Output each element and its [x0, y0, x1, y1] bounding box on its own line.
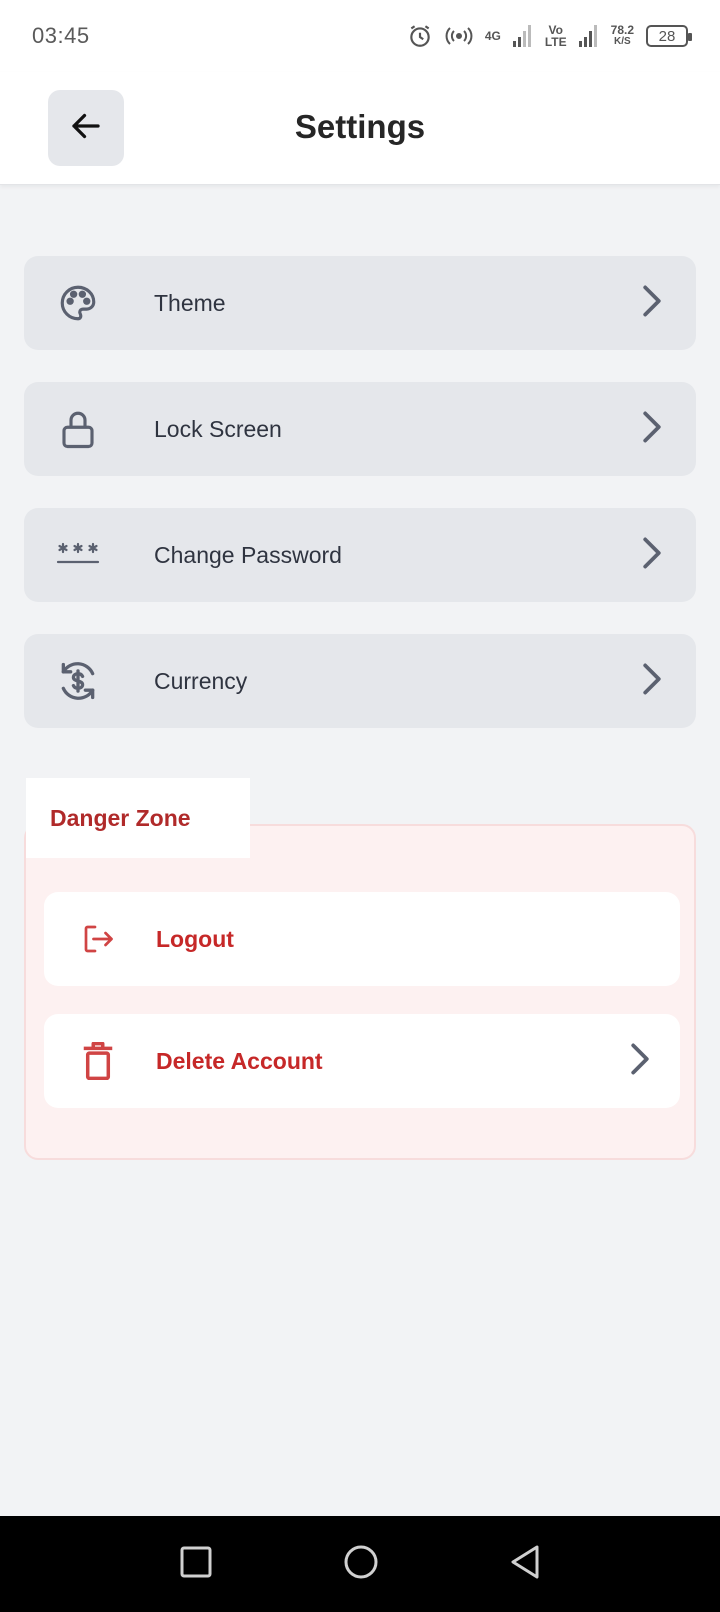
currency-exchange-icon [54, 657, 102, 705]
volte-bottom: LTE [544, 35, 567, 49]
danger-zone-title: Danger Zone [50, 804, 191, 831]
chevron-right-icon [640, 284, 664, 323]
setting-theme-label: Theme [154, 289, 226, 316]
app-header: Settings [0, 72, 720, 185]
signal-icon [512, 25, 533, 47]
chevron-right-icon [640, 662, 664, 701]
setting-currency-label: Currency [154, 667, 248, 694]
status-bar: 03:45 4G Vo LTE 78.2 K/S 28 [0, 0, 720, 72]
danger-zone-panel: Logout Delete Account [24, 824, 696, 1160]
page-title: Settings [294, 108, 426, 145]
trash-icon [78, 1041, 118, 1081]
logout-icon [78, 919, 118, 959]
system-nav-bar [0, 1516, 720, 1612]
setting-currency[interactable]: Currency [24, 634, 696, 728]
volte-badge: Vo LTE [545, 24, 567, 48]
setting-change-password-label: Change Password [154, 541, 342, 568]
delete-account-button[interactable]: Delete Account [44, 1014, 680, 1108]
setting-theme[interactable]: Theme [24, 256, 696, 350]
battery-icon: 28 [646, 25, 692, 47]
palette-icon [54, 279, 102, 327]
network-4g-label: 4G [484, 29, 501, 43]
setting-lock-screen[interactable]: Lock Screen [24, 382, 696, 476]
network-speed: 78.2 K/S [611, 24, 634, 48]
chevron-right-icon [640, 536, 664, 575]
signal-icon-2 [578, 25, 599, 47]
home-button[interactable] [343, 1544, 379, 1585]
speed-unit: K/S [613, 36, 631, 47]
recents-button[interactable] [179, 1545, 213, 1584]
danger-zone-header: Danger Zone [26, 778, 250, 858]
status-icons: 4G Vo LTE 78.2 K/S 28 [407, 23, 692, 49]
setting-change-password[interactable]: Change Password [24, 508, 696, 602]
status-time: 03:45 [32, 23, 90, 48]
logout-button[interactable]: Logout [44, 892, 680, 986]
alarm-icon [407, 23, 433, 49]
back-nav-button[interactable] [509, 1544, 541, 1585]
settings-list: Theme Lock Screen Change Password Curren… [24, 256, 696, 760]
network-4g: 4G [485, 30, 501, 42]
speed-value: 78.2 [610, 23, 634, 37]
chevron-right-icon [640, 410, 664, 449]
battery-level: 28 [658, 27, 676, 45]
delete-account-label: Delete Account [156, 1047, 323, 1074]
password-icon [54, 531, 102, 579]
lock-icon [54, 405, 102, 453]
hotspot-icon [445, 25, 473, 47]
logout-label: Logout [156, 925, 234, 952]
chevron-right-icon [628, 1042, 652, 1081]
setting-lock-screen-label: Lock Screen [154, 415, 282, 442]
